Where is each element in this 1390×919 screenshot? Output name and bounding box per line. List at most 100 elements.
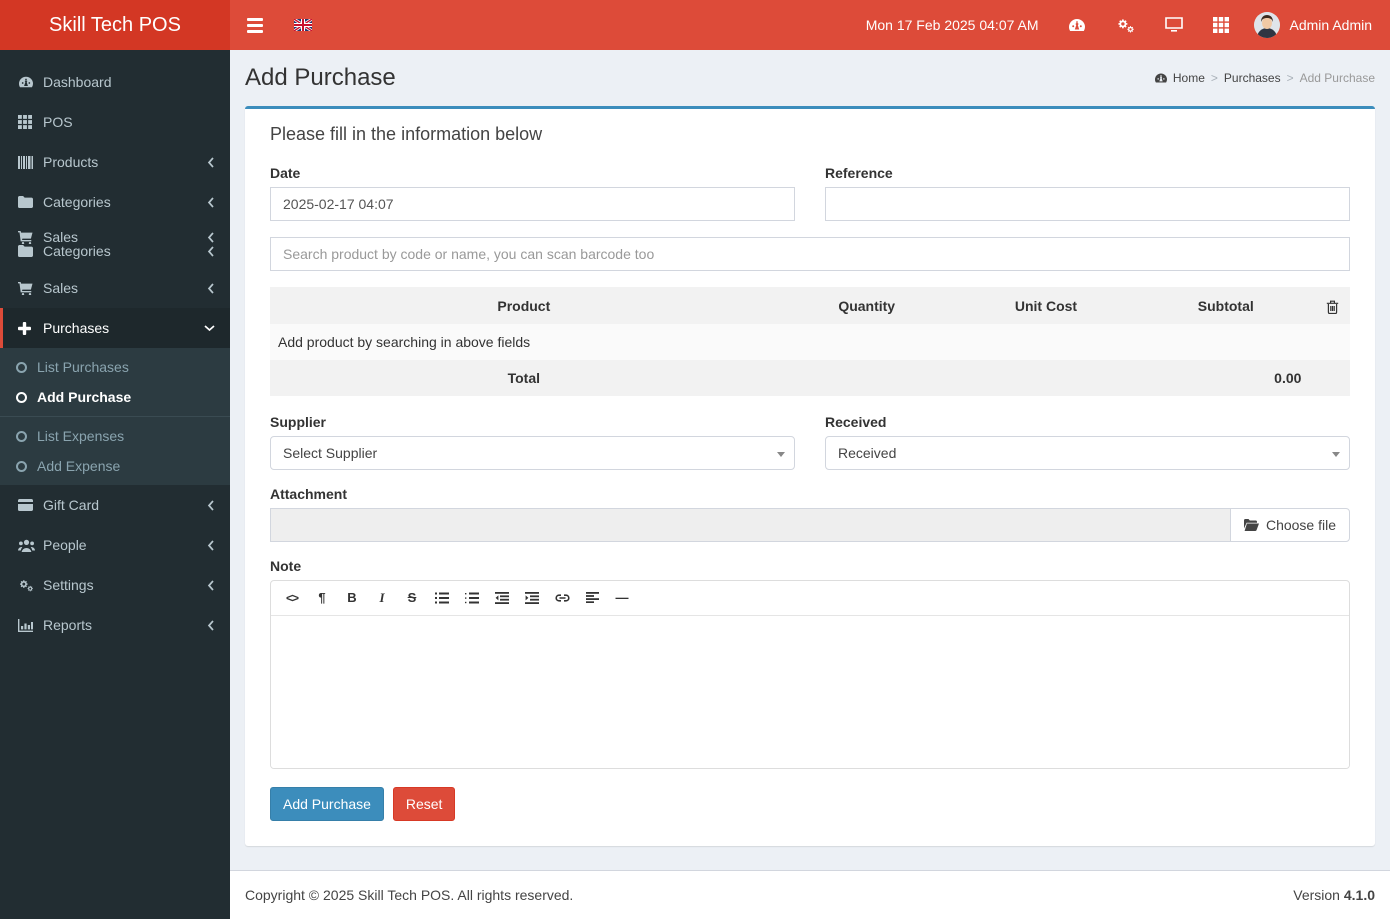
submenu-item-label: List Purchases xyxy=(37,359,129,375)
sidebar-toggle-button[interactable] xyxy=(230,0,280,50)
sidebar-item-reports[interactable]: Reports xyxy=(0,605,230,645)
sidebar-item-settings[interactable]: Settings xyxy=(0,565,230,605)
empty-message: Add product by searching in above fields xyxy=(278,333,531,350)
sidebar-item-label: Products xyxy=(43,154,99,170)
users-icon xyxy=(18,539,43,552)
sidebar-item-label: Purchases xyxy=(43,320,110,336)
attachment-label: Attachment xyxy=(270,485,348,502)
choose-file-label: Choose file xyxy=(1265,516,1336,533)
sales-categories-line-1[interactable]: Sales xyxy=(0,230,230,244)
indent-button[interactable] xyxy=(519,587,545,609)
chevron-left-icon xyxy=(207,282,215,294)
ordered-list-button[interactable] xyxy=(459,587,485,609)
unordered-list-icon xyxy=(435,592,449,604)
dashboard-shortcut-button[interactable] xyxy=(1053,0,1101,50)
attachment-input-group: Choose file xyxy=(270,507,1350,542)
sales-categories-line-2[interactable]: Categories xyxy=(0,244,230,258)
submenu-item-list-purchases[interactable]: List Purchases xyxy=(0,352,230,382)
sidebar-item-sales-categories[interactable]: Sales Categories xyxy=(0,222,230,268)
chevron-left-icon xyxy=(207,196,215,208)
breadcrumb-purchases-link[interactable]: Purchases xyxy=(1224,71,1281,85)
sidebar-item-pos[interactable]: POS xyxy=(0,102,230,142)
circle-icon xyxy=(16,430,27,442)
submenu-item-label: Add Expense xyxy=(37,458,121,474)
submenu-item-label: Add Purchase xyxy=(37,389,132,405)
reference-input[interactable] xyxy=(825,187,1350,222)
empty-row: Add product by searching in above fields xyxy=(270,323,1350,360)
folder-icon xyxy=(18,196,43,208)
sidebar-item-purchases[interactable]: Purchases xyxy=(0,308,230,348)
delete-column-header xyxy=(1315,287,1350,323)
plus-icon xyxy=(18,321,43,335)
total-label: Total xyxy=(507,369,540,386)
strikethrough-button[interactable]: S xyxy=(399,587,425,609)
submenu-item-add-expense[interactable]: Add Expense xyxy=(0,451,230,481)
sidebar-item-gift-card[interactable]: Gift Card xyxy=(0,485,230,525)
cart-icon xyxy=(18,281,43,295)
note-textarea[interactable] xyxy=(271,615,1349,768)
content-wrapper: Add Purchase Home > Purchases > Add Purc… xyxy=(230,50,1390,870)
choose-file-button[interactable]: Choose file xyxy=(1229,507,1350,542)
th-grid-icon xyxy=(18,115,43,129)
unordered-list-button[interactable] xyxy=(429,587,455,609)
chevron-left-icon xyxy=(207,156,215,168)
navbar-datetime: Mon 17 Feb 2025 04:07 AM xyxy=(865,17,1039,33)
breadcrumb-home-link[interactable]: Home xyxy=(1154,71,1205,85)
submenu-item-add-purchase[interactable]: Add Purchase xyxy=(0,382,230,412)
supplier-select[interactable]: Select Supplier xyxy=(270,435,795,470)
brand-title: Skill Tech POS xyxy=(49,13,181,36)
chevron-left-icon xyxy=(207,539,215,551)
note-label: Note xyxy=(270,557,302,574)
supplier-selected-value: Select Supplier xyxy=(283,444,378,461)
bold-button[interactable]: B xyxy=(339,587,365,609)
add-purchase-panel: Please fill in the information below Dat… xyxy=(245,106,1375,846)
purchases-submenu: List Purchases Add Purchase List Expense… xyxy=(0,348,230,485)
apps-menu-button[interactable] xyxy=(1198,0,1244,50)
date-input[interactable] xyxy=(270,187,795,222)
desktop-icon xyxy=(1164,17,1183,32)
received-selected-value: Received xyxy=(838,444,897,461)
paragraph-style-button[interactable]: ¶ xyxy=(309,587,335,609)
language-selector[interactable] xyxy=(280,0,326,50)
date-label: Date xyxy=(270,165,301,182)
reset-button[interactable]: Reset xyxy=(392,786,456,821)
folder-icon xyxy=(18,245,43,257)
bar-chart-icon xyxy=(18,618,43,632)
brand-logo[interactable]: Skill Tech POS xyxy=(0,0,230,50)
link-button[interactable] xyxy=(549,587,575,609)
chevron-left-icon xyxy=(207,231,215,243)
horizontal-rule-button[interactable]: — xyxy=(609,587,635,609)
cogs-icon xyxy=(18,578,43,592)
settings-shortcut-button[interactable] xyxy=(1101,0,1150,50)
code-view-button[interactable]: <> xyxy=(279,587,305,609)
note-toolbar: <> ¶ B I S — xyxy=(271,581,1349,616)
sidebar-item-people[interactable]: People xyxy=(0,525,230,565)
user-menu[interactable]: Admin Admin xyxy=(1244,0,1390,50)
trash-icon xyxy=(1327,300,1339,314)
unit-cost-column-header: Unit Cost xyxy=(1014,297,1078,314)
subtotal-column-header: Subtotal xyxy=(1197,297,1254,314)
reference-label: Reference xyxy=(825,165,893,182)
received-select[interactable]: Received xyxy=(825,435,1350,470)
align-left-icon xyxy=(585,592,599,604)
sidebar-item-dashboard[interactable]: Dashboard xyxy=(0,62,230,102)
sidebar-item-categories[interactable]: Categories xyxy=(0,182,230,222)
cart-icon xyxy=(18,230,43,244)
outdent-button[interactable] xyxy=(489,587,515,609)
product-column-header: Product xyxy=(497,297,551,314)
cogs-icon xyxy=(1117,19,1134,33)
add-purchase-button[interactable]: Add Purchase xyxy=(270,786,384,821)
table-header-row: Product Quantity Unit Cost Subtotal xyxy=(270,287,1350,324)
align-left-button[interactable] xyxy=(579,587,605,609)
submenu-item-list-expenses[interactable]: List Expenses xyxy=(0,421,230,451)
panel-body: Date Reference Product xyxy=(245,150,1375,845)
italic-button[interactable]: I xyxy=(369,587,395,609)
pos-screen-button[interactable] xyxy=(1150,0,1198,50)
sidebar-item-sales[interactable]: Sales xyxy=(0,268,230,308)
barcode-icon xyxy=(18,155,43,169)
product-search-input[interactable] xyxy=(270,237,1350,272)
chevron-left-icon xyxy=(207,579,215,591)
sidebar-item-products[interactable]: Products xyxy=(0,142,230,182)
bold-icon: B xyxy=(347,590,357,606)
sidebar-item-label: Gift Card xyxy=(43,497,100,513)
